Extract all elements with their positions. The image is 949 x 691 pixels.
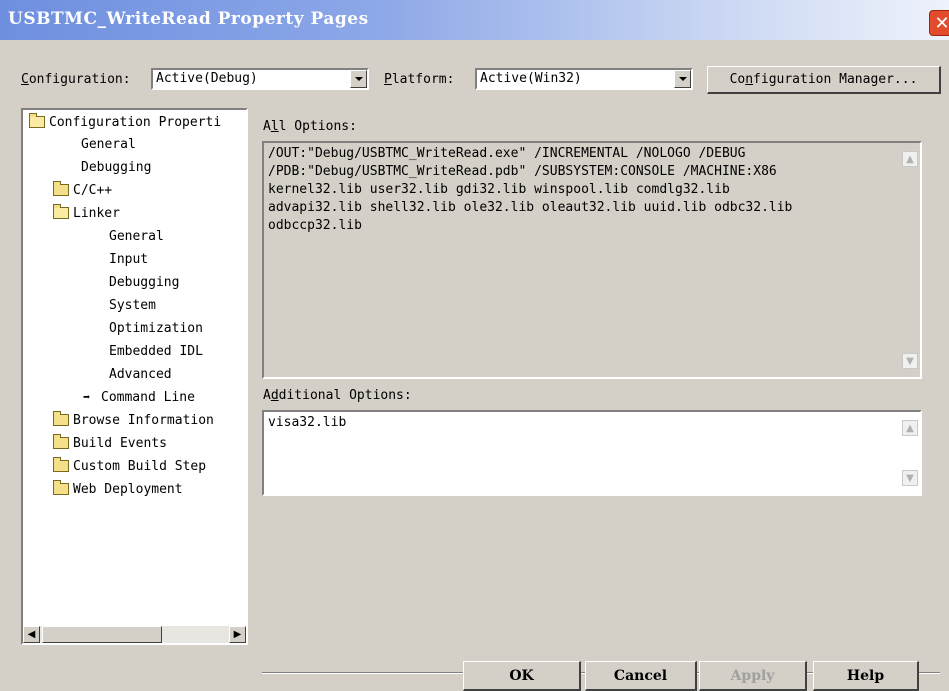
tree-item-linker-advanced[interactable]: Advanced (109, 364, 172, 384)
all-options-text: /OUT:"Debug/USBTMC_WriteRead.exe" /INCRE… (268, 146, 793, 233)
configuration-label-rest: onfiguration: (28, 72, 131, 87)
ok-button[interactable]: OK (463, 661, 581, 691)
tree-item-build-events[interactable]: Build Events (53, 433, 167, 453)
folder-icon (53, 480, 69, 495)
scroll-up-icon[interactable]: ▲ (902, 420, 918, 436)
all-options-label: All Options: (263, 119, 357, 134)
folder-icon (53, 457, 69, 472)
close-button[interactable]: ✕ (929, 10, 949, 36)
tree-horizontal-scrollbar[interactable]: ◀ ▶ (23, 626, 246, 643)
tree-item-linker-general[interactable]: General (109, 226, 164, 246)
platform-dropdown-button[interactable] (674, 70, 691, 88)
tree-item-label: Debugging (81, 159, 152, 175)
title-bar[interactable]: USBTMC_WriteRead Property Pages ✕ (0, 0, 949, 40)
configuration-label: Configuration: (21, 72, 131, 87)
platform-select[interactable]: Active(Win32) (475, 68, 693, 90)
tree-item-label: Input (109, 251, 149, 267)
tree-item-label: Build Events (73, 435, 167, 451)
tree-item-general[interactable]: General (81, 134, 136, 154)
additional-options-text: visa32.lib (268, 415, 347, 430)
tree-item-label: Configuration Properti (49, 114, 222, 130)
tree-item-linker-command-line[interactable]: ➡ Command Line (83, 387, 195, 407)
help-button[interactable]: Help (813, 661, 919, 691)
tree-item-label: Optimization (109, 320, 203, 336)
tree-item-linker[interactable]: Linker (53, 203, 120, 223)
tree-item-browse-information[interactable]: Browse Information (53, 410, 214, 430)
chevron-down-icon (354, 77, 363, 81)
configuration-manager-label: Configuration Manager... (729, 72, 918, 87)
tree-item-label: Advanced (109, 366, 172, 382)
tree-item-label: System (109, 297, 156, 313)
scroll-down-icon[interactable]: ▼ (902, 470, 918, 486)
platform-value: Active(Win32) (480, 71, 582, 86)
property-tree[interactable]: Configuration Properti General Debugging… (21, 108, 248, 645)
cancel-label: Cancel (613, 667, 668, 684)
apply-label: Apply (730, 667, 775, 684)
additional-options-label-rest: ditional Options: (278, 388, 412, 403)
ok-label: OK (509, 667, 534, 684)
tree-item-label: Debugging (109, 274, 180, 290)
tree-item-label: Browse Information (73, 412, 214, 428)
help-label: Help (846, 667, 885, 684)
additional-options-scrollbar[interactable]: ▲ ▼ (900, 412, 920, 494)
configuration-value: Active(Debug) (156, 71, 258, 86)
tree-item-label: Command Line (101, 389, 195, 405)
all-options-label-rest: l Options: (278, 119, 357, 134)
close-icon: ✕ (934, 12, 949, 34)
scroll-down-icon[interactable]: ▼ (902, 353, 918, 369)
tree-item-label: Linker (73, 205, 120, 221)
tree-item-linker-system[interactable]: System (109, 295, 156, 315)
tree-item-label: Web Deployment (73, 481, 183, 497)
configuration-manager-button[interactable]: Configuration Manager... (707, 66, 941, 94)
tree-item-label: General (109, 228, 164, 244)
tree-item-label: Custom Build Step (73, 458, 207, 474)
all-options-textbox[interactable]: /OUT:"Debug/USBTMC_WriteRead.exe" /INCRE… (262, 141, 922, 379)
selected-arrow-icon: ➡ (83, 390, 91, 404)
configuration-dropdown-button[interactable] (350, 70, 367, 88)
scroll-thumb[interactable] (42, 626, 162, 643)
tree-item-label: Embedded IDL (109, 343, 203, 359)
tree-item-linker-optimization[interactable]: Optimization (109, 318, 203, 338)
chevron-left-icon: ◀ (27, 629, 36, 640)
folder-open-icon (53, 204, 69, 219)
folder-icon (53, 411, 69, 426)
scroll-up-icon[interactable]: ▲ (902, 151, 918, 167)
additional-options-input[interactable]: visa32.lib ▲ ▼ (262, 410, 922, 496)
scroll-left-button[interactable]: ◀ (23, 626, 40, 643)
apply-button[interactable]: Apply (699, 661, 807, 691)
platform-label: Platform: (384, 72, 455, 87)
chevron-right-icon: ▶ (233, 629, 242, 640)
folder-icon (53, 434, 69, 449)
tree-item-linker-debugging[interactable]: Debugging (109, 272, 179, 292)
all-options-scrollbar[interactable]: ▲ ▼ (900, 143, 920, 377)
tree-item-configuration-properties[interactable]: Configuration Properti (29, 112, 221, 132)
tree-item-debugging[interactable]: Debugging (81, 157, 151, 177)
tree-item-cpp[interactable]: C/C++ (53, 180, 112, 200)
cancel-button[interactable]: Cancel (585, 661, 697, 691)
tree-item-linker-input[interactable]: Input (109, 249, 148, 269)
folder-icon (53, 181, 69, 196)
tree-item-custom-build-step[interactable]: Custom Build Step (53, 456, 206, 476)
configuration-select[interactable]: Active(Debug) (151, 68, 369, 90)
window-title: USBTMC_WriteRead Property Pages (8, 9, 369, 29)
additional-options-label: Additional Options: (263, 388, 412, 403)
chevron-down-icon (678, 77, 687, 81)
scroll-right-button[interactable]: ▶ (229, 626, 246, 643)
tree-item-label: C/C++ (73, 182, 113, 198)
tree-item-web-deployment[interactable]: Web Deployment (53, 479, 183, 499)
tree-item-label: General (81, 136, 136, 152)
tree-item-linker-embedded-idl[interactable]: Embedded IDL (109, 341, 203, 361)
platform-label-rest: latform: (391, 72, 455, 87)
folder-open-icon (29, 113, 45, 128)
